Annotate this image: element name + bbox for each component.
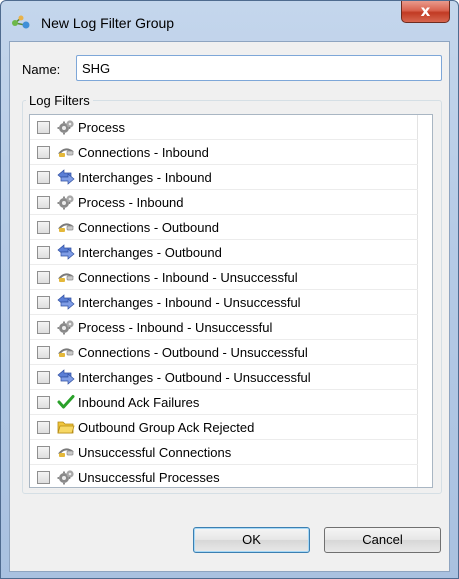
filter-label: Process [78, 120, 125, 135]
name-label: Name: [22, 62, 61, 77]
gears-icon [57, 469, 75, 485]
filter-label: Interchanges - Outbound - Unsuccessful [78, 370, 311, 385]
connection-icon [57, 344, 75, 360]
connection-icon [57, 144, 75, 160]
filter-checkbox[interactable] [37, 446, 50, 459]
close-button[interactable]: x [401, 1, 450, 23]
connection-icon [57, 444, 75, 460]
filter-label: Unsuccessful Processes [78, 470, 220, 485]
title-bar[interactable]: New Log Filter Group x [1, 1, 458, 41]
arrows-icon [57, 369, 75, 385]
arrows-icon [57, 294, 75, 310]
name-input[interactable] [76, 55, 442, 81]
gears-icon [57, 319, 75, 335]
filter-row[interactable]: Interchanges - Inbound [30, 165, 418, 190]
cancel-button[interactable]: Cancel [324, 527, 441, 553]
filter-row[interactable]: Process [30, 115, 418, 140]
filter-checkbox[interactable] [37, 321, 50, 334]
connection-icon [57, 219, 75, 235]
close-icon: x [420, 2, 431, 20]
filter-label: Process - Inbound - Unsuccessful [78, 320, 273, 335]
checkmark-icon [57, 394, 75, 410]
gears-icon [57, 194, 75, 210]
log-filters-list[interactable]: Process Connections - Inbound Interchanges… [29, 114, 433, 490]
filter-checkbox[interactable] [37, 296, 50, 309]
filter-label: Outbound Group Ack Rejected [78, 420, 255, 435]
filter-row[interactable]: Interchanges - Inbound - Unsuccessful [30, 290, 418, 315]
filter-label: Unsuccessful Connections [78, 445, 232, 460]
filter-checkbox[interactable] [37, 421, 50, 434]
log-filters-label: Log Filters [26, 93, 93, 108]
filter-row[interactable]: Connections - Inbound - Unsuccessful [30, 265, 418, 290]
filter-row[interactable]: Interchanges - Outbound [30, 240, 418, 265]
filter-group-icon [12, 15, 30, 29]
filter-label: Connections - Inbound - Unsuccessful [78, 270, 298, 285]
filter-checkbox[interactable] [37, 471, 50, 484]
filter-row[interactable]: Process - Inbound [30, 190, 418, 215]
filter-row[interactable]: Outbound Group Ack Rejected [30, 415, 418, 440]
filter-label: Connections - Inbound [78, 145, 209, 160]
dialog-body: Name: Log Filters Process Connections - I… [9, 41, 450, 572]
filter-label: Inbound Ack Failures [78, 395, 200, 410]
filter-label: Interchanges - Outbound [78, 245, 222, 260]
filter-label: Interchanges - Inbound - Unsuccessful [78, 295, 301, 310]
gears-icon [57, 119, 75, 135]
filter-row[interactable]: Connections - Outbound - Unsuccessful [30, 340, 418, 365]
filter-checkbox[interactable] [37, 171, 50, 184]
filter-checkbox[interactable] [37, 346, 50, 359]
filter-label: Connections - Outbound [78, 220, 219, 235]
row-divider [30, 489, 418, 490]
filter-checkbox[interactable] [37, 196, 50, 209]
dialog-window: New Log Filter Group x Name: Log Filters… [0, 0, 459, 579]
filter-checkbox[interactable] [37, 271, 50, 284]
filter-row[interactable]: Unsuccessful Connections [30, 440, 418, 465]
filter-checkbox[interactable] [37, 396, 50, 409]
filter-label: Connections - Outbound - Unsuccessful [78, 345, 308, 360]
filter-checkbox[interactable] [37, 221, 50, 234]
filter-checkbox[interactable] [37, 246, 50, 259]
filter-row[interactable]: Connections - Outbound [30, 215, 418, 240]
folder-icon [57, 419, 75, 435]
filter-label: Process - Inbound [78, 195, 184, 210]
filter-checkbox[interactable] [37, 121, 50, 134]
filter-checkbox[interactable] [37, 371, 50, 384]
window-title: New Log Filter Group [41, 15, 175, 31]
filter-row[interactable]: Inbound Ack Failures [30, 390, 418, 415]
ok-button[interactable]: OK [193, 527, 310, 553]
filter-row[interactable]: Process - Inbound - Unsuccessful [30, 315, 418, 340]
filter-label: Interchanges - Inbound [78, 170, 212, 185]
connection-icon [57, 269, 75, 285]
arrows-icon [57, 169, 75, 185]
filter-row[interactable]: Connections - Inbound [30, 140, 418, 165]
filter-checkbox[interactable] [37, 146, 50, 159]
arrows-icon [57, 244, 75, 260]
filter-row[interactable]: Interchanges - Outbound - Unsuccessful [30, 365, 418, 390]
filter-row[interactable]: Unsuccessful Processes [30, 465, 418, 490]
